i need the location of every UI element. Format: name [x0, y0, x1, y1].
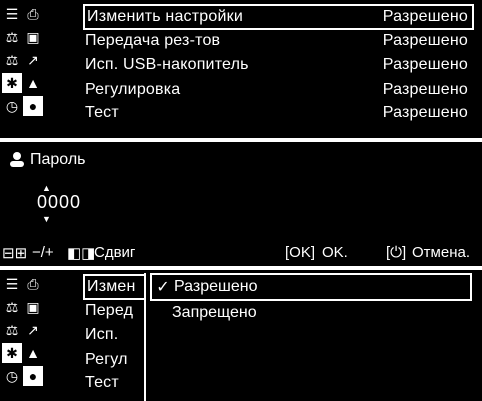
icon-sidebar: ☰ ⎙ ⚖ ▣ ⚖ ↗ ✱ ▲ ◷ ●	[0, 270, 45, 401]
row-usb-storage[interactable]: Исп. USB-накопитель Разрешено	[45, 54, 472, 76]
permission-dropdown: ✓ Разрешено Запрещено	[144, 273, 472, 401]
cancel-hint[interactable]: Отмена.	[412, 244, 470, 261]
up-down-keys-icon: ⊟⊞	[2, 245, 28, 262]
chart-icon[interactable]: ↗	[23, 320, 43, 340]
weight-icon[interactable]: ▲	[23, 73, 43, 93]
row-test[interactable]: Тест Разрешено	[45, 102, 472, 124]
display-settings-icon[interactable]: ◷	[2, 366, 22, 386]
left-right-keys-icon: ◧◨	[67, 245, 96, 262]
icon-sidebar: ☰ ⎙ ⚖ ▣ ⚖ ↗ ✱ ▲ ◷ ●	[0, 0, 45, 138]
row-value: Разрешено	[382, 56, 468, 73]
weight-icon[interactable]: ▲	[23, 343, 43, 363]
settings-panel-dropdown: ☰ ⎙ ⚖ ▣ ⚖ ↗ ✱ ▲ ◷ ● Измен Перед Исп. Рег…	[0, 270, 482, 401]
option-label: Разрешено	[174, 278, 258, 295]
chart-icon[interactable]: ↗	[23, 50, 43, 70]
row-change-settings[interactable]: Изменить настройки Разрешено	[83, 4, 474, 30]
display-settings-icon[interactable]: ◷	[2, 96, 22, 116]
password-title: Пароль	[30, 151, 86, 168]
balance-icon[interactable]: ⚖	[2, 297, 22, 317]
ok-key-label: [OK]	[285, 244, 316, 261]
row-label: Тест	[85, 374, 119, 391]
gear-icon[interactable]: ✱	[2, 73, 22, 93]
balance-settings-icon[interactable]: ⚖	[2, 320, 22, 340]
password-input[interactable]: 0000	[37, 192, 81, 213]
row-value: Разрешено	[382, 81, 468, 98]
row-label: Изменить настройки	[87, 8, 243, 25]
gear-icon[interactable]: ✱	[2, 343, 22, 363]
user-icon	[10, 152, 24, 167]
option-allowed[interactable]: ✓ Разрешено	[150, 273, 472, 301]
row-value: Разрешено	[382, 104, 468, 121]
checkmark-icon: ✓	[156, 279, 170, 296]
option-label: Запрещено	[172, 304, 257, 321]
user-icon[interactable]: ●	[23, 96, 43, 116]
row-adjustment[interactable]: Регулировка Разрешено	[45, 79, 472, 101]
menu-icon[interactable]: ☰	[2, 274, 22, 294]
menu-icon[interactable]: ☰	[2, 4, 22, 24]
print-icon[interactable]: ⎙	[23, 274, 43, 294]
row-results-transfer[interactable]: Передача рез-тов Разрешено	[45, 30, 472, 52]
row-label: Передача рез-тов	[85, 32, 221, 49]
adjust-hint: −/+	[32, 244, 54, 261]
password-panel: Пароль ▲ 0000 ▼ ⊟⊞ −/+ ◧◨ Сдвиг [OK] OK.…	[0, 142, 482, 266]
power-key-icon: [⏻]	[386, 244, 407, 261]
row-label: Исп.	[85, 326, 119, 343]
print-icon[interactable]: ⎙	[23, 4, 43, 24]
row-value: Разрешено	[382, 8, 468, 25]
save-icon[interactable]: ▣	[23, 27, 43, 47]
row-label: Измен	[87, 278, 136, 295]
balance-icon[interactable]: ⚖	[2, 27, 22, 47]
key-hints: ⊟⊞ −/+ ◧◨ Сдвиг [OK] OK. [⏻] Отмена.	[0, 242, 482, 264]
row-label: Регул	[85, 351, 128, 368]
settings-panel: ☰ ⎙ ⚖ ▣ ⚖ ↗ ✱ ▲ ◷ ● Изменить настройки Р…	[0, 0, 482, 138]
option-forbidden[interactable]: Запрещено	[150, 301, 472, 325]
decrement-arrow-icon[interactable]: ▼	[42, 214, 51, 224]
row-label: Регулировка	[85, 81, 181, 98]
shift-hint: Сдвиг	[94, 244, 136, 261]
balance-settings-icon[interactable]: ⚖	[2, 50, 22, 70]
row-label: Перед	[85, 302, 134, 319]
row-value: Разрешено	[382, 32, 468, 49]
row-label: Исп. USB-накопитель	[85, 56, 249, 73]
user-icon[interactable]: ●	[23, 366, 43, 386]
ok-hint[interactable]: OK.	[322, 244, 348, 261]
row-label: Тест	[85, 104, 119, 121]
save-icon[interactable]: ▣	[23, 297, 43, 317]
